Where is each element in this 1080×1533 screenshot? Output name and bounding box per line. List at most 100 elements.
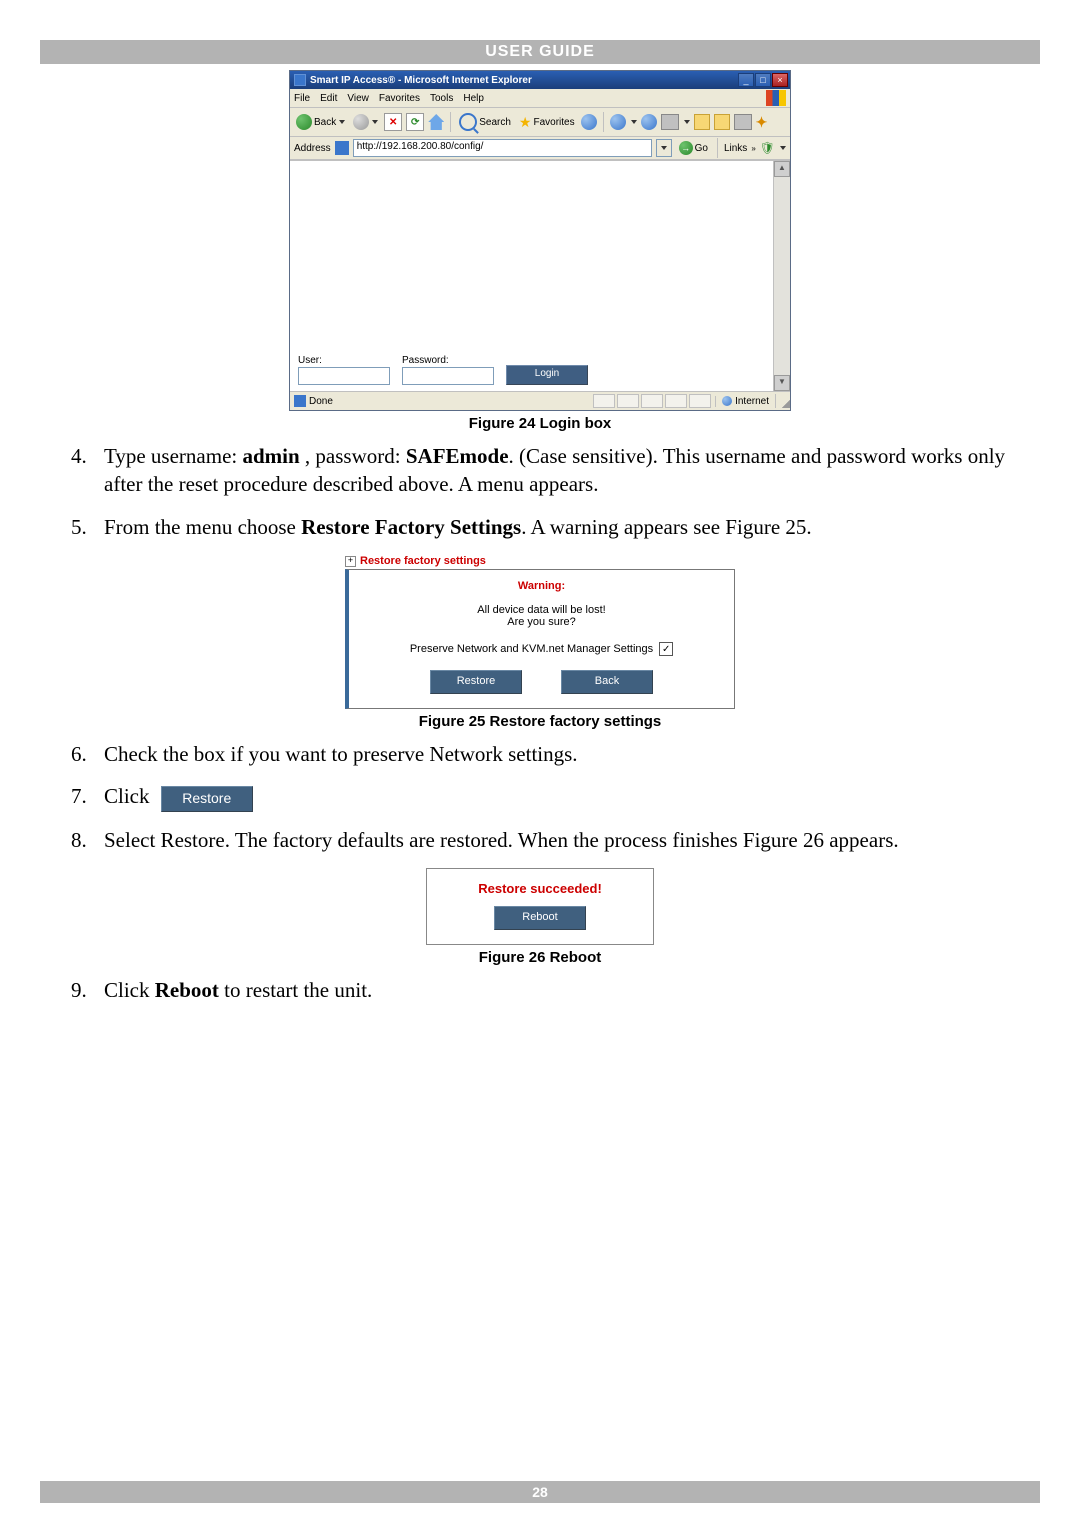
close-button[interactable]: × [772,73,788,87]
history-button[interactable] [581,114,597,130]
step4-safemode: SAFEmode [406,444,509,468]
status-zone-label: Internet [735,396,769,407]
preserve-checkbox[interactable]: ✓ [659,642,673,656]
menu-view[interactable]: View [347,93,369,104]
menu-help[interactable]: Help [463,93,484,104]
ie-titlebar: Smart IP Access® - Microsoft Internet Ex… [290,71,790,89]
step5-text-a: From the menu choose [104,515,301,539]
figure25: + Restore factory settings Warning: All … [345,555,735,709]
go-label: Go [695,143,708,154]
favorites-label: Favorites [533,117,574,128]
footer-page-number: 28 [40,1481,1040,1503]
search-icon [459,113,477,131]
ie-content-area: User: Password: Login ▲ ▼ [290,160,790,391]
stop-button[interactable]: ✕ [384,113,402,131]
preserve-label: Preserve Network and KVM.net Manager Set… [410,643,653,655]
back-icon [296,114,312,130]
address-dropdown[interactable] [656,139,672,157]
links-label[interactable]: Links [724,143,747,154]
header-bar: USER GUIDE [40,40,1040,64]
figure26-caption: Figure 26 Reboot [40,949,1040,966]
restore-button[interactable]: Restore [430,670,522,694]
edit-button[interactable] [661,114,679,130]
step-6: Check the box if you want to preserve Ne… [92,740,1040,768]
scroll-up-icon[interactable]: ▲ [774,161,790,177]
figure24-caption: Figure 24 Login box [40,415,1040,432]
messenger-button[interactable] [734,114,752,130]
ie-title-text: Smart IP Access® - Microsoft Internet Ex… [310,75,532,86]
user-label: User: [298,355,390,366]
steps-list-a: Type username: admin , password: SAFEmod… [40,442,1040,541]
links-chevron-icon[interactable]: » [751,144,755,153]
menu-file[interactable]: File [294,93,310,104]
search-label: Search [479,117,511,128]
extra-toolbar-icon[interactable]: ✦ [756,114,768,131]
page-icon [335,141,349,155]
favorites-button[interactable]: ★ Favorites [517,114,577,131]
step4-text-b: , password: [300,444,406,468]
addressbar-divider [717,138,718,158]
figure26: Restore succeeded! Reboot [426,868,654,945]
step-8: Select Restore. The factory defaults are… [92,826,1040,854]
warning-label: Warning: [357,580,726,592]
step5-text-c: . A warning appears see Figure 25. [521,515,811,539]
menu-favorites[interactable]: Favorites [379,93,420,104]
reboot-button[interactable]: Reboot [494,906,586,930]
preserve-row: Preserve Network and KVM.net Manager Set… [410,642,673,656]
login-form: User: Password: Login [298,355,588,385]
chevron-down-icon [372,120,378,124]
password-input[interactable] [402,367,494,385]
step4-text-a: Type username: [104,444,242,468]
ie-window: Smart IP Access® - Microsoft Internet Ex… [289,70,791,411]
warning-line2: Are you sure? [357,616,726,628]
print-button[interactable] [641,114,657,130]
steps-list-c: Click Reboot to restart the unit. [40,976,1040,1004]
menu-edit[interactable]: Edit [320,93,337,104]
status-icon [294,395,306,407]
figure25-title-text: Restore factory settings [360,555,486,567]
figure25-tree-title: + Restore factory settings [345,555,735,567]
chevron-down-icon [661,146,667,150]
status-zone: Internet [715,396,775,407]
figure25-caption: Figure 25 Restore factory settings [40,713,1040,730]
ie-throbber-icon [766,90,786,106]
address-input[interactable]: http://192.168.200.80/config/ [353,139,652,157]
step4-admin: admin [242,444,299,468]
ie-menubar: File Edit View Favorites Tools Help [290,89,790,108]
ie-addressbar: Address http://192.168.200.80/config/ → … [290,137,790,160]
tree-expand-icon[interactable]: + [345,556,356,567]
forward-button[interactable] [351,114,380,130]
vertical-scrollbar[interactable]: ▲ ▼ [773,161,790,391]
maximize-button[interactable]: □ [755,73,771,87]
globe-icon [722,396,732,406]
back-button[interactable]: Back [561,670,653,694]
steps-list-b: Check the box if you want to preserve Ne… [40,740,1040,854]
back-button[interactable]: Back [294,114,347,130]
discuss-button[interactable] [694,114,710,130]
go-button[interactable]: → Go [676,141,711,155]
resize-grip-icon[interactable] [775,394,790,408]
research-button[interactable] [714,114,730,130]
norton-icon[interactable]: 🛡 [760,141,775,155]
status-progress [589,394,715,408]
menu-tools[interactable]: Tools [430,93,453,104]
user-input[interactable] [298,367,390,385]
login-button[interactable]: Login [506,365,588,385]
step7-text: Click [104,784,155,808]
address-label: Address [294,143,331,154]
go-icon: → [679,141,693,155]
search-button[interactable]: Search [457,113,513,131]
mail-button[interactable] [610,114,626,130]
toolbar-divider [603,112,604,132]
chevron-down-icon [780,146,786,150]
step5-bold: Restore Factory Settings [301,515,521,539]
step9-text-a: Click [104,978,155,1002]
scroll-down-icon[interactable]: ▼ [774,375,790,391]
refresh-button[interactable]: ⟳ [406,113,424,131]
restore-succeeded-label: Restore succeeded! [435,881,645,896]
inline-restore-button[interactable]: Restore [161,786,253,812]
home-button[interactable] [428,114,444,130]
step-7: Click Restore [92,782,1040,811]
ie-statusbar: Done Internet [290,391,790,410]
minimize-button[interactable]: _ [738,73,754,87]
